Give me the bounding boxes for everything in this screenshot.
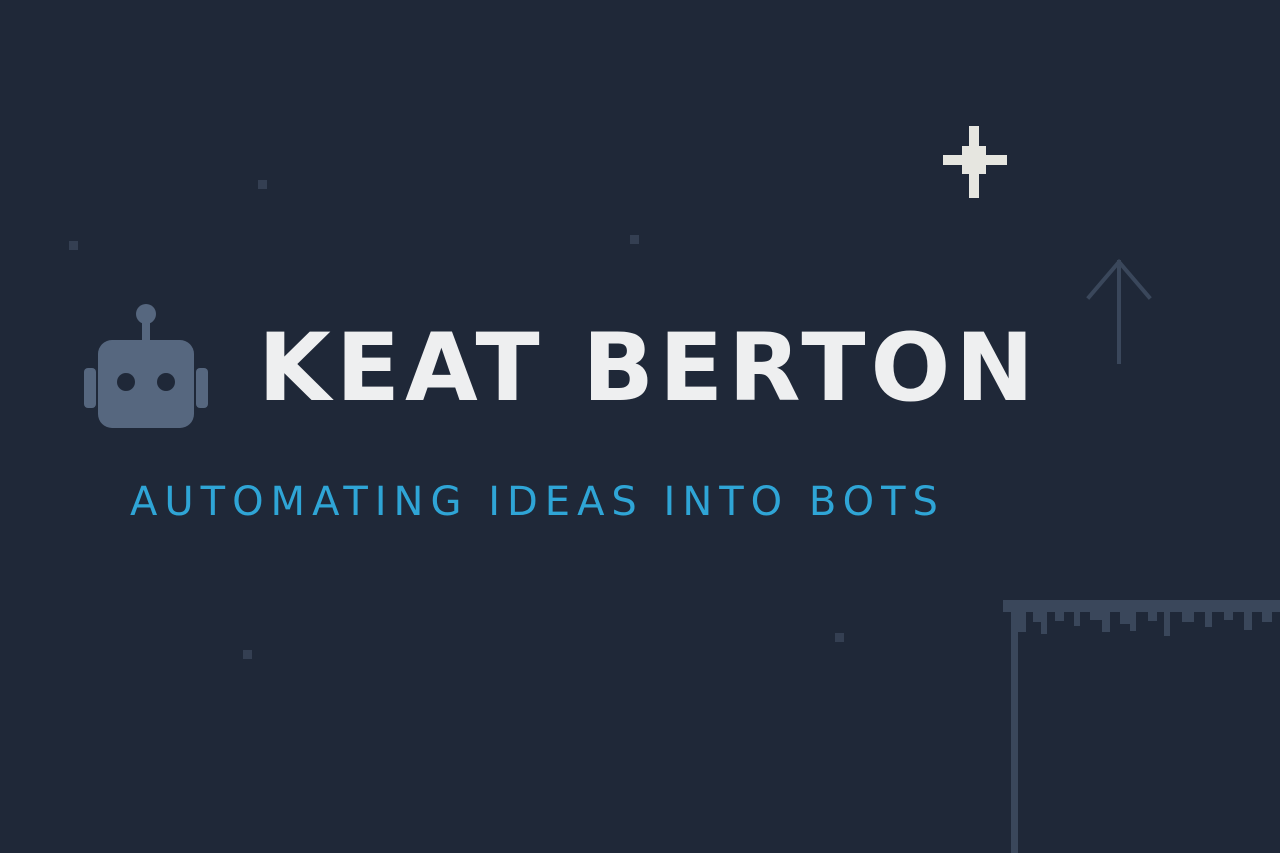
sparkle-icon — [943, 126, 1007, 198]
robot-icon — [84, 304, 208, 428]
background-decor — [69, 126, 1280, 853]
arrow-up-icon — [1086, 258, 1152, 364]
pixel-dot — [258, 180, 267, 189]
pixel-dot — [243, 650, 252, 659]
pixel-dot — [630, 235, 639, 244]
page-title: KEAT BERTON — [258, 314, 1040, 423]
pixel-dot — [835, 633, 844, 642]
banner: KEAT BERTON AUTOMATING IDEAS INTO BOTS — [0, 0, 1280, 853]
tagline: AUTOMATING IDEAS INTO BOTS — [130, 479, 945, 525]
pixel-dot — [69, 241, 78, 250]
pixel-ledge — [1003, 600, 1280, 853]
